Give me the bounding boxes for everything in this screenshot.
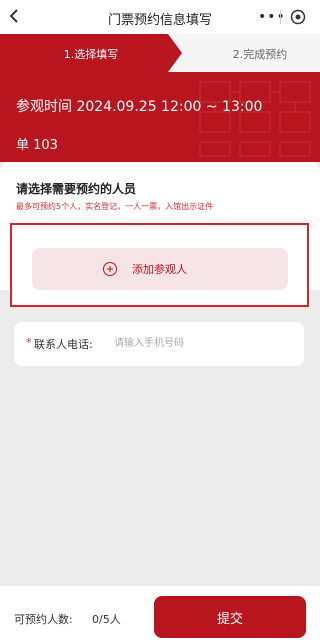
navigation-bar: 门票预约信息填写 •••	[0, 0, 320, 34]
close-mini-program-icon[interactable]	[290, 9, 306, 25]
required-mark: *	[26, 336, 32, 349]
hall-number: 单 103	[16, 138, 58, 153]
attendee-section-title: 请选择需要预约的人员	[16, 182, 137, 196]
submit-button[interactable]: 提交	[154, 596, 306, 638]
more-options-icon[interactable]: •••	[258, 9, 286, 25]
available-count-value: 0/5人	[92, 613, 121, 626]
contact-phone-input[interactable]	[114, 332, 294, 354]
booking-banner: 参观时间 2024.09.25 12:00 ~ 13:00 单 103	[0, 72, 320, 162]
visit-time: 参观时间 2024.09.25 12:00 ~ 13:00	[16, 99, 263, 115]
step-indicator: 1.选择填写 2.完成预约	[0, 34, 320, 72]
add-circle-icon	[103, 262, 117, 276]
step-2-label: 2.完成预约	[232, 48, 288, 61]
attendee-note: 最多可预约5个人，实名登记，一人一票，入馆出示证件	[16, 202, 214, 211]
add-attendee-label: 添加参观人	[132, 263, 187, 276]
banner-pattern	[199, 81, 311, 157]
add-attendee-button[interactable]: 添加参观人	[32, 248, 288, 290]
nav-divider	[280, 10, 281, 24]
bottom-bar: 可预约人数: 0/5人 提交	[0, 586, 320, 644]
step-1-label: 1.选择填写	[63, 48, 119, 61]
contact-phone-row: * 联系人电话:	[14, 322, 304, 366]
available-count-label: 可预约人数:	[14, 613, 73, 626]
contact-phone-label: 联系人电话:	[34, 338, 93, 351]
